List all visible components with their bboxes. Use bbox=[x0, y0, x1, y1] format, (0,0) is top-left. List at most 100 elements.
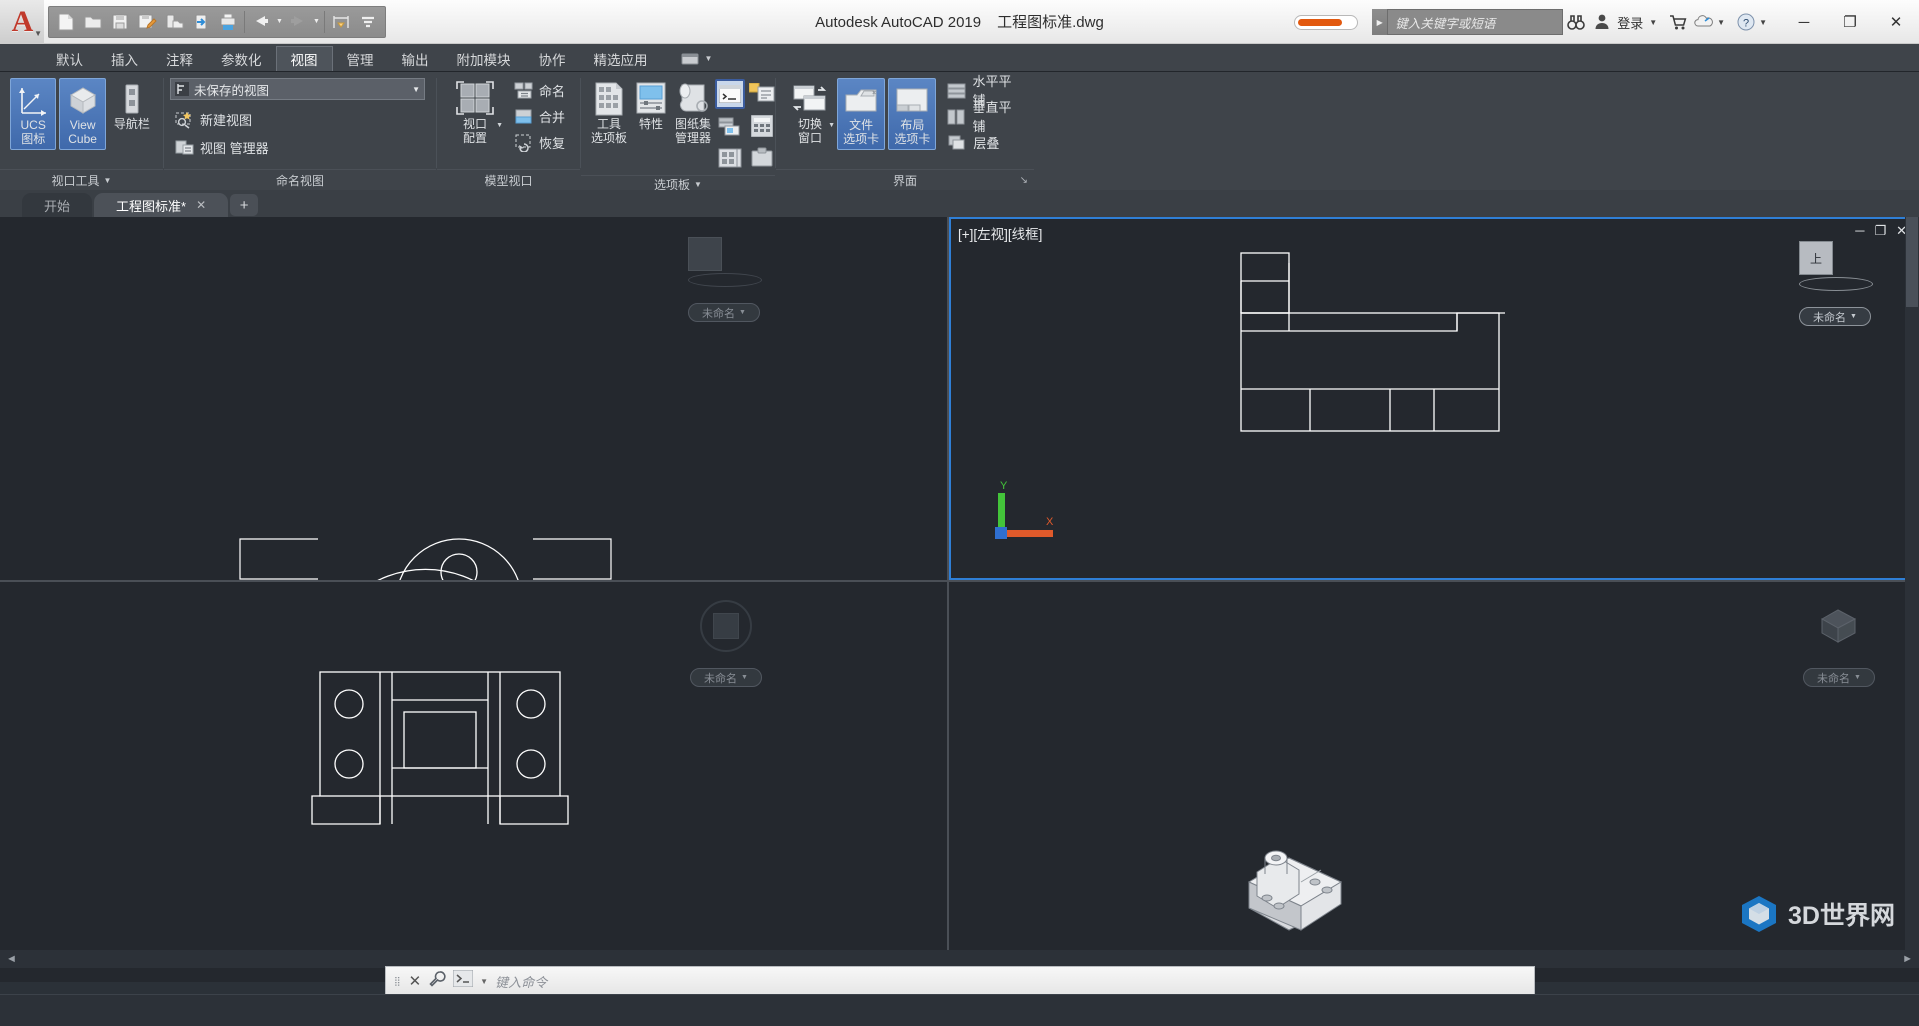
search-input[interactable]: 键入关键字或短语 bbox=[1387, 9, 1564, 35]
join-viewport-button[interactable]: 合并 bbox=[509, 104, 569, 128]
new-file-icon[interactable] bbox=[53, 9, 79, 35]
file-tabs-button[interactable]: × 文件 选项卡 bbox=[837, 78, 886, 150]
navbar-button[interactable]: 导航栏 bbox=[109, 78, 155, 134]
viewcube-button[interactable]: View Cube bbox=[59, 78, 106, 150]
undo-icon[interactable] bbox=[248, 9, 274, 35]
help-dropdown-icon[interactable]: ▼ bbox=[1717, 18, 1725, 27]
viewcube-bottom-left[interactable]: 未命名 ▼ bbox=[690, 600, 762, 687]
search-dropdown-icon[interactable]: ▶ bbox=[1372, 9, 1388, 35]
redo-dropdown-icon[interactable]: ▼ bbox=[312, 18, 321, 25]
scrollbar-thumb[interactable] bbox=[1906, 217, 1918, 307]
cascade-button[interactable]: 层叠 bbox=[943, 130, 1026, 154]
cart-icon[interactable] bbox=[1665, 9, 1691, 35]
switch-windows-button[interactable]: 切换 窗口 ▼ bbox=[786, 78, 835, 148]
command-input[interactable]: 键入命令 bbox=[495, 972, 547, 991]
open-from-web-icon[interactable] bbox=[161, 9, 187, 35]
tile-vertical-button[interactable]: 垂直平铺 bbox=[943, 100, 1026, 134]
quick-calc-palette-icon[interactable] bbox=[747, 79, 777, 109]
navcube-ring[interactable] bbox=[1813, 600, 1865, 652]
ribbon-tab-manage[interactable]: 管理 bbox=[333, 46, 388, 71]
binoculars-icon[interactable] bbox=[1563, 9, 1589, 35]
ribbon-tab-output[interactable]: 输出 bbox=[388, 46, 443, 71]
help-cloud-icon[interactable] bbox=[1691, 9, 1717, 35]
chevron-down-icon[interactable]: ▼ bbox=[496, 119, 503, 133]
redo-icon[interactable] bbox=[285, 9, 311, 35]
viewport-top-right[interactable]: [+][左视][线框] ─ ❐ ✕ Y X 上 未命名 ▼ bbox=[949, 217, 1917, 580]
navcube-ring[interactable] bbox=[700, 600, 752, 652]
named-view-selector[interactable]: 未命名 ▼ bbox=[690, 668, 762, 687]
document-tab-start[interactable]: 开始 bbox=[22, 193, 93, 217]
maximize-button[interactable]: ❐ bbox=[1827, 0, 1873, 44]
viewcube-top-right[interactable]: 上 未命名 ▼ bbox=[1799, 241, 1873, 326]
undo-dropdown-icon[interactable]: ▼ bbox=[275, 18, 284, 25]
ribbon-tab-default[interactable]: 默认 bbox=[42, 46, 97, 71]
close-button[interactable]: ✕ bbox=[1873, 0, 1919, 44]
scroll-right-arrow-icon[interactable]: ► bbox=[1902, 953, 1919, 965]
viewcube-face[interactable]: 上 bbox=[1799, 241, 1833, 275]
ribbon-tab-annotate[interactable]: 注释 bbox=[152, 46, 207, 71]
viewcube-face[interactable] bbox=[688, 237, 722, 271]
named-view-selector[interactable]: 未命名 ▼ bbox=[1803, 668, 1875, 687]
ribbon-tab-parametric[interactable]: 参数化 bbox=[207, 46, 276, 71]
dbconnect-icon[interactable] bbox=[715, 143, 745, 173]
markup-set-icon[interactable] bbox=[747, 143, 777, 173]
viewcube-bottom-right[interactable]: 未命名 ▼ bbox=[1803, 600, 1875, 687]
restore-viewport-button[interactable]: 恢复 bbox=[509, 130, 569, 154]
minimize-button[interactable]: ─ bbox=[1781, 0, 1827, 44]
view-manager-button[interactable]: 视图 管理器 bbox=[170, 135, 273, 159]
properties-button[interactable]: 特性 bbox=[631, 78, 671, 134]
document-tab-drawing[interactable]: 工程图标准* ✕ bbox=[94, 193, 229, 217]
tool-palette-button[interactable]: 工具 选项板 bbox=[589, 78, 629, 148]
save-as-icon[interactable] bbox=[134, 9, 160, 35]
view-selector-combo[interactable]: 未保存的视图 ▼ bbox=[170, 78, 425, 100]
sign-in-label[interactable]: 登录 bbox=[1617, 13, 1643, 32]
question-icon[interactable]: ? bbox=[1733, 9, 1759, 35]
command-line-icon[interactable] bbox=[715, 79, 745, 109]
layout-tabs-button[interactable]: 布局 选项卡 bbox=[888, 78, 937, 150]
new-view-button[interactable]: 新建视图 bbox=[170, 107, 256, 131]
drag-grip-icon[interactable]: ⣿ bbox=[394, 977, 402, 986]
sheet-set-button[interactable]: 图纸集 管理器 bbox=[673, 78, 713, 148]
named-view-selector[interactable]: 未命名 ▼ bbox=[688, 303, 760, 322]
chevron-down-icon[interactable]: ▼ bbox=[828, 119, 835, 133]
new-tab-button[interactable]: + bbox=[230, 194, 259, 216]
panel-title-viewport-tools[interactable]: 视口工具 ▼ bbox=[0, 169, 163, 190]
command-line-bar[interactable]: ⣿ ✕ ▼ 键入命令 bbox=[385, 966, 1535, 996]
viewcube-face[interactable] bbox=[1814, 603, 1864, 649]
ribbon-tab-insert[interactable]: 插入 bbox=[97, 46, 152, 71]
chevron-down-icon[interactable]: ▼ bbox=[480, 977, 488, 986]
question-dropdown-icon[interactable]: ▼ bbox=[1759, 18, 1767, 27]
close-icon[interactable]: ✕ bbox=[409, 972, 422, 990]
workspace-switch-group[interactable]: ▼ bbox=[680, 46, 712, 71]
drawing-area[interactable]: 未命名 ▼ [+][左视][线框] ─ ❐ ✕ Y X 上 未命名 ▼ 未命名 … bbox=[0, 217, 1919, 982]
viewport-config-button[interactable]: 视口 配置 ▼ bbox=[447, 78, 503, 148]
quick-calc-icon[interactable] bbox=[747, 111, 777, 141]
application-menu-button[interactable]: A ▼ bbox=[0, 0, 44, 44]
named-view-selector[interactable]: 未命名 ▼ bbox=[1799, 307, 1871, 326]
vertical-scrollbar[interactable] bbox=[1905, 217, 1919, 957]
viewcube-face[interactable] bbox=[713, 613, 739, 639]
ribbon-tab-featured-apps[interactable]: 精选应用 bbox=[580, 46, 662, 71]
scroll-left-arrow-icon[interactable]: ◄ bbox=[0, 953, 17, 965]
viewport-bottom-left[interactable]: 未命名 ▼ 命令: *取消* 命令: <切换到: 模型> 恢复缓存的视口. bbox=[0, 582, 947, 982]
user-icon[interactable] bbox=[1589, 9, 1615, 35]
ribbon-tab-view[interactable]: 视图 bbox=[275, 46, 333, 71]
match-properties-icon[interactable] bbox=[328, 9, 354, 35]
named-viewport-button[interactable]: 命名 bbox=[509, 78, 569, 102]
command-prompt-icon[interactable] bbox=[452, 969, 474, 992]
save-to-web-icon[interactable] bbox=[188, 9, 214, 35]
open-file-icon[interactable] bbox=[80, 9, 106, 35]
wrench-icon[interactable] bbox=[428, 970, 446, 993]
ribbon-tab-addins[interactable]: 附加模块 bbox=[443, 46, 525, 71]
save-icon[interactable] bbox=[107, 9, 133, 35]
close-icon[interactable]: ✕ bbox=[196, 198, 206, 212]
customize-qat-icon[interactable] bbox=[355, 9, 381, 35]
plot-icon[interactable] bbox=[215, 9, 241, 35]
external-references-icon[interactable] bbox=[715, 111, 745, 141]
panel-dialog-launcher-icon[interactable]: ↘ bbox=[1020, 175, 1028, 186]
search-group[interactable]: ▶ 键入关键字或短语 bbox=[1372, 9, 1564, 35]
viewcube-top-left[interactable]: 未命名 ▼ bbox=[688, 237, 762, 322]
ribbon-tab-collaborate[interactable]: 协作 bbox=[525, 46, 580, 71]
sign-in-dropdown-icon[interactable]: ▼ bbox=[1649, 18, 1657, 27]
ucs-icon-button[interactable]: UCS 图标 bbox=[10, 78, 57, 150]
